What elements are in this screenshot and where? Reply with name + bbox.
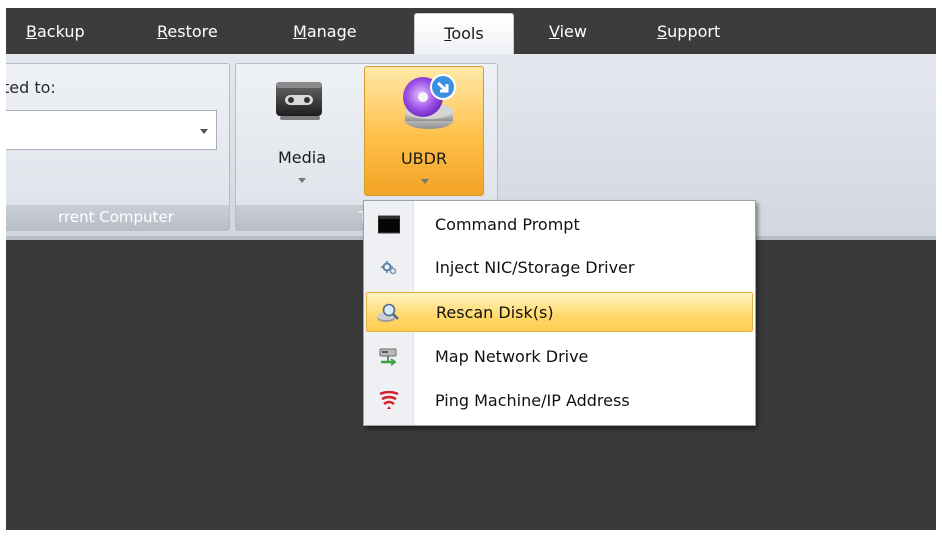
ubdr-button[interactable]: UBDR	[364, 66, 484, 196]
menu-item-command-prompt[interactable]: Command Prompt	[366, 205, 753, 245]
map-network-drive-icon	[379, 348, 397, 366]
tab-manage[interactable]: Manage	[293, 22, 357, 48]
ribbon-group-current-computer: ted to: rrent Computer	[6, 63, 230, 231]
command-prompt-icon	[378, 215, 400, 234]
ribbon-tab-bar: Backup Restore Manage Tools View Support	[6, 8, 936, 55]
inject-driver-icon	[381, 261, 397, 275]
tab-view[interactable]: View	[549, 22, 587, 48]
tab-restore[interactable]: Restore	[157, 22, 218, 48]
menu-item-label: Command Prompt	[435, 215, 580, 234]
group-label-current-computer: rrent Computer	[6, 205, 229, 230]
connected-to-label: ted to:	[6, 78, 56, 97]
menu-item-ping[interactable]: Ping Machine/IP Address	[366, 381, 753, 421]
menu-item-rescan-disks[interactable]: Rescan Disk(s)	[366, 292, 753, 332]
computer-combo[interactable]	[6, 110, 217, 150]
ping-icon	[379, 391, 399, 409]
media-button-label: Media	[277, 148, 327, 167]
menu-item-inject-driver[interactable]: Inject NIC/Storage Driver	[366, 248, 753, 288]
ubdr-dropdown-menu: Command Prompt Inject NIC/Storage Driver…	[363, 200, 756, 426]
menu-item-label: Inject NIC/Storage Driver	[435, 258, 635, 277]
menu-item-label: Map Network Drive	[435, 347, 589, 366]
tab-tools[interactable]: Tools	[414, 13, 514, 55]
ubdr-disc-icon	[403, 74, 456, 129]
chevron-down-icon	[298, 178, 306, 183]
cassette-tape-icon	[276, 82, 322, 120]
menu-item-map-network-drive[interactable]: Map Network Drive	[366, 337, 753, 377]
media-button[interactable]: Media	[244, 66, 360, 196]
chevron-down-icon	[421, 179, 429, 184]
chevron-down-icon[interactable]	[200, 129, 208, 134]
ubdr-button-label: UBDR	[400, 149, 448, 168]
rescan-disk-icon	[377, 303, 399, 322]
tab-backup[interactable]: Backup	[26, 22, 85, 48]
tab-support[interactable]: Support	[657, 22, 720, 48]
menu-item-label: Rescan Disk(s)	[436, 303, 554, 322]
menu-item-label: Ping Machine/IP Address	[435, 391, 630, 410]
